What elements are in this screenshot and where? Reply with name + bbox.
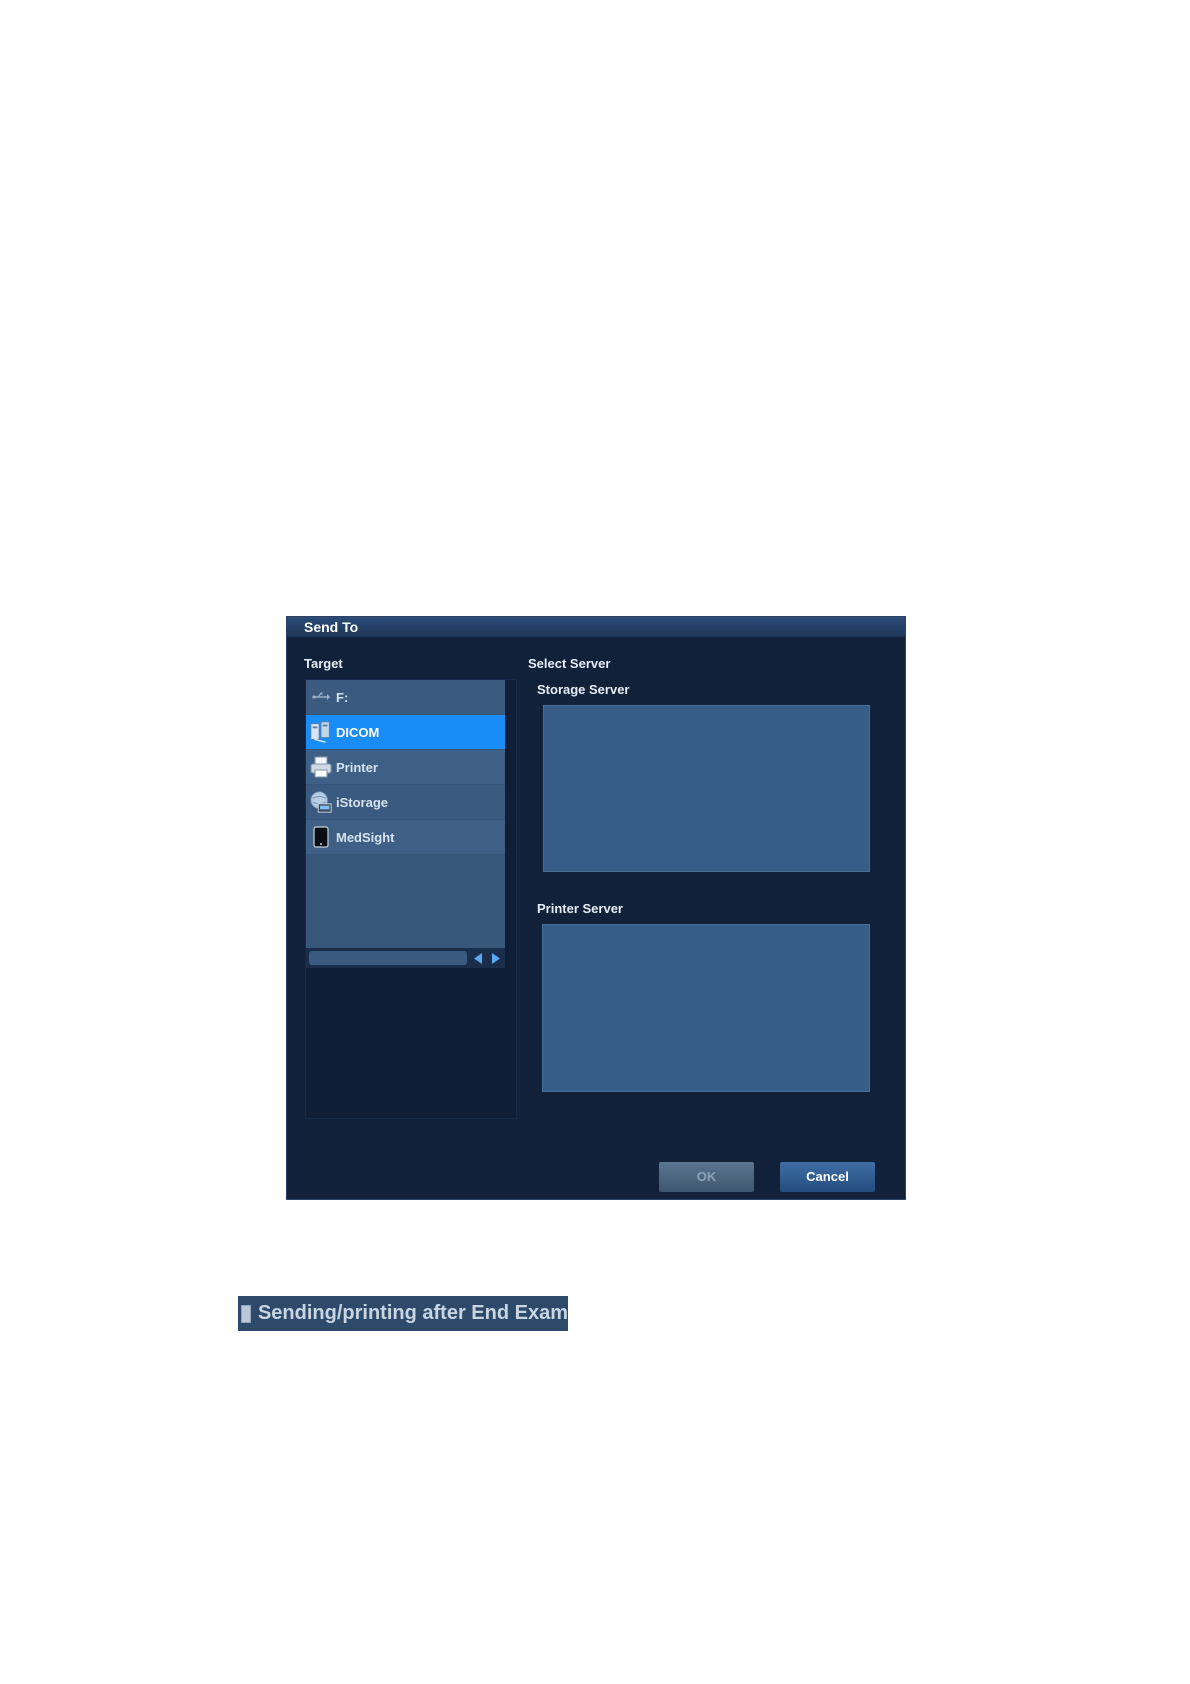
dicom-network-icon	[309, 719, 333, 745]
send-after-end-exam-checkbox[interactable]	[241, 1304, 251, 1323]
send-after-end-exam-label: Sending/printing after End Exam	[257, 1302, 568, 1324]
target-panel: F: DICOM Printer iStorage MedSight	[305, 679, 517, 1119]
select-server-label: Select Server	[528, 656, 611, 671]
target-item-istorage[interactable]: iStorage	[306, 785, 505, 820]
printer-server-list[interactable]	[542, 924, 870, 1092]
target-item-medsight[interactable]: MedSight	[306, 820, 505, 855]
usb-icon	[309, 684, 333, 710]
storage-server-label: Storage Server	[537, 682, 630, 697]
target-item-label: Printer	[336, 759, 378, 775]
target-item-usb[interactable]: F:	[306, 680, 505, 715]
target-horizontal-scrollbar[interactable]	[306, 948, 505, 968]
tablet-icon	[309, 824, 333, 850]
send-after-end-exam-option: Sending/printing after End Exam	[238, 1296, 568, 1331]
scroll-right-icon[interactable]	[487, 951, 503, 965]
target-item-label: F:	[336, 689, 349, 705]
ok-button[interactable]: OK	[659, 1162, 754, 1192]
scroll-left-icon[interactable]	[470, 951, 486, 965]
target-item-label: MedSight	[336, 829, 395, 845]
printer-server-label: Printer Server	[537, 901, 623, 916]
target-list[interactable]: F: DICOM Printer iStorage MedSight	[306, 680, 505, 948]
target-item-label: DICOM	[336, 724, 380, 740]
cancel-button[interactable]: Cancel	[780, 1162, 875, 1192]
istorage-icon	[309, 789, 333, 815]
target-label: Target	[304, 656, 343, 671]
target-item-label: iStorage	[336, 794, 389, 810]
printer-icon	[309, 754, 333, 780]
storage-server-list[interactable]	[543, 705, 870, 872]
target-item-printer[interactable]: Printer	[306, 750, 505, 785]
dialog-title: Send To	[287, 617, 905, 637]
target-item-dicom[interactable]: DICOM	[306, 715, 505, 750]
send-to-dialog: Send To Target Select Server F: DICOM Pr	[286, 616, 906, 1200]
scrollbar-track[interactable]	[309, 951, 467, 965]
